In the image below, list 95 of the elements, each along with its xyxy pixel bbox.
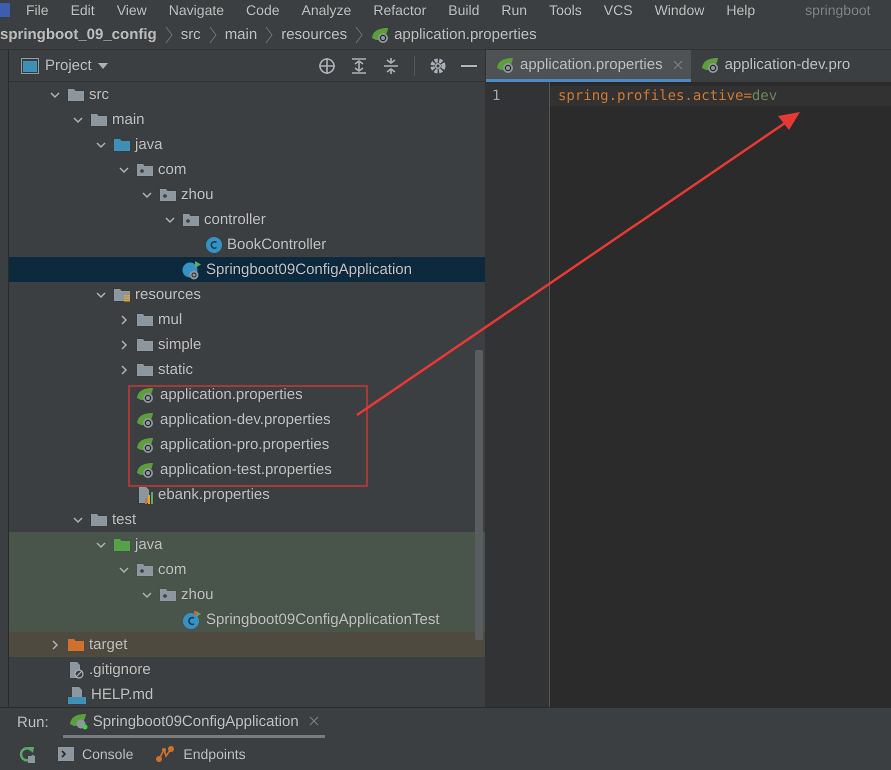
leaf-gear-icon <box>136 436 156 454</box>
package-icon <box>159 186 177 202</box>
menu-item[interactable]: Code <box>246 2 280 18</box>
leaf-gear-icon <box>496 56 516 74</box>
menu-item[interactable]: Refactor <box>373 2 426 18</box>
tree-item[interactable]: Springboot09ConfigApplication <box>9 257 485 282</box>
tree-item[interactable]: com <box>9 557 485 582</box>
folder-icon <box>67 86 85 102</box>
tree-item[interactable]: application-test.properties <box>9 457 485 482</box>
menu-item[interactable]: Analyze <box>302 2 352 18</box>
leaf-gear-icon <box>700 56 721 74</box>
chevron-right-icon <box>164 26 173 44</box>
menu-item[interactable]: Window <box>654 2 704 18</box>
tree-item[interactable]: HELP.md <box>9 682 485 707</box>
leaf-gear-icon <box>136 460 156 478</box>
app-logo <box>0 3 10 17</box>
rerun-icon[interactable] <box>18 744 36 762</box>
run-label: Run: <box>17 714 49 731</box>
breadcrumb-item[interactable]: main <box>224 26 258 43</box>
window-title: springboot <box>805 2 871 18</box>
folder-icon <box>113 136 131 152</box>
menu-item[interactable]: Run <box>501 2 528 18</box>
tree-item[interactable]: zhou <box>9 182 485 207</box>
folder-icon <box>90 112 108 128</box>
tool-tab[interactable]: Console <box>58 746 134 762</box>
menu-item[interactable]: Edit <box>70 2 95 18</box>
window-icon <box>21 58 39 74</box>
expand-all-icon[interactable] <box>350 56 368 74</box>
folder-icon <box>67 636 85 652</box>
tree-item[interactable]: application-pro.properties <box>9 432 485 457</box>
menu-item[interactable]: Navigate <box>168 2 224 18</box>
tree-item[interactable]: application-dev.properties <box>9 407 485 432</box>
class-run-icon <box>182 260 202 280</box>
tree-item[interactable]: application.properties <box>9 382 485 407</box>
ignored-file-icon <box>67 660 85 678</box>
chevron-right-icon <box>265 26 274 44</box>
folder-icon <box>136 362 154 378</box>
menu-item[interactable]: Tools <box>549 2 582 18</box>
settings-icon[interactable] <box>429 56 447 74</box>
tree-item[interactable]: BookController <box>9 232 485 257</box>
folder-icon <box>136 312 154 328</box>
breadcrumb-item[interactable]: application.properties <box>394 26 537 43</box>
line-number: 1 <box>491 87 502 106</box>
menu-item[interactable]: File <box>26 2 49 18</box>
collapse-all-icon[interactable] <box>382 56 400 74</box>
console-icon <box>58 746 74 760</box>
tree-item[interactable]: simple <box>9 332 485 357</box>
tree-item[interactable]: mul <box>9 307 485 332</box>
package-icon <box>159 586 177 602</box>
editor-tab[interactable]: application.properties <box>486 50 691 82</box>
tool-tab[interactable]: Endpoints <box>155 744 246 762</box>
tree-item[interactable]: java <box>9 132 485 157</box>
locate-icon[interactable] <box>318 56 336 74</box>
markdown-file-icon <box>67 686 87 704</box>
panel-title[interactable]: Project <box>45 57 92 74</box>
folder-icon <box>136 336 154 352</box>
scrollbar[interactable] <box>475 350 483 640</box>
tree-item[interactable]: Springboot09ConfigApplicationTest <box>9 607 485 632</box>
tree-item[interactable]: main <box>9 107 485 132</box>
tree-item[interactable]: controller <box>9 207 485 232</box>
tree-item[interactable]: ebank.properties <box>9 482 485 507</box>
tree-item[interactable]: zhou <box>9 582 485 607</box>
tree-item[interactable]: target <box>9 632 485 657</box>
folder-icon <box>113 286 131 302</box>
menu-item[interactable]: Build <box>448 2 480 18</box>
package-icon <box>182 212 200 228</box>
folder-icon <box>113 536 131 552</box>
tree-item[interactable]: test <box>9 507 485 532</box>
leaf-gear-icon <box>136 386 156 404</box>
tree-item[interactable]: src <box>9 82 485 107</box>
breadcrumb-item[interactable]: resources <box>281 26 348 43</box>
menu-item[interactable]: Help <box>726 2 756 18</box>
minimize-icon[interactable] <box>461 64 477 68</box>
chevron-right-icon <box>355 26 364 44</box>
tree-item[interactable]: java <box>9 532 485 557</box>
class-icon <box>205 236 223 254</box>
close-icon[interactable] <box>308 716 319 726</box>
chart-file-icon <box>136 486 154 504</box>
folder-icon <box>90 512 108 528</box>
endpoints-icon <box>155 744 176 762</box>
tree-item[interactable]: com <box>9 157 485 182</box>
menu-item[interactable]: VCS <box>604 2 633 18</box>
package-icon <box>136 562 154 578</box>
breadcrumb-item[interactable]: springboot_09_config <box>0 26 157 43</box>
package-icon <box>136 162 154 178</box>
tree-item[interactable]: static <box>9 357 485 382</box>
menu-item[interactable]: View <box>116 2 147 18</box>
leaf-gear-icon <box>68 712 89 730</box>
class-icon <box>182 610 202 630</box>
tree-item[interactable]: resources <box>9 282 485 307</box>
chevron-right-icon <box>208 26 217 44</box>
tree-item[interactable]: .gitignore <box>9 657 485 682</box>
breadcrumb-item[interactable]: src <box>180 26 201 43</box>
leaf-gear-icon <box>136 410 156 428</box>
dropdown-icon[interactable] <box>98 62 108 68</box>
